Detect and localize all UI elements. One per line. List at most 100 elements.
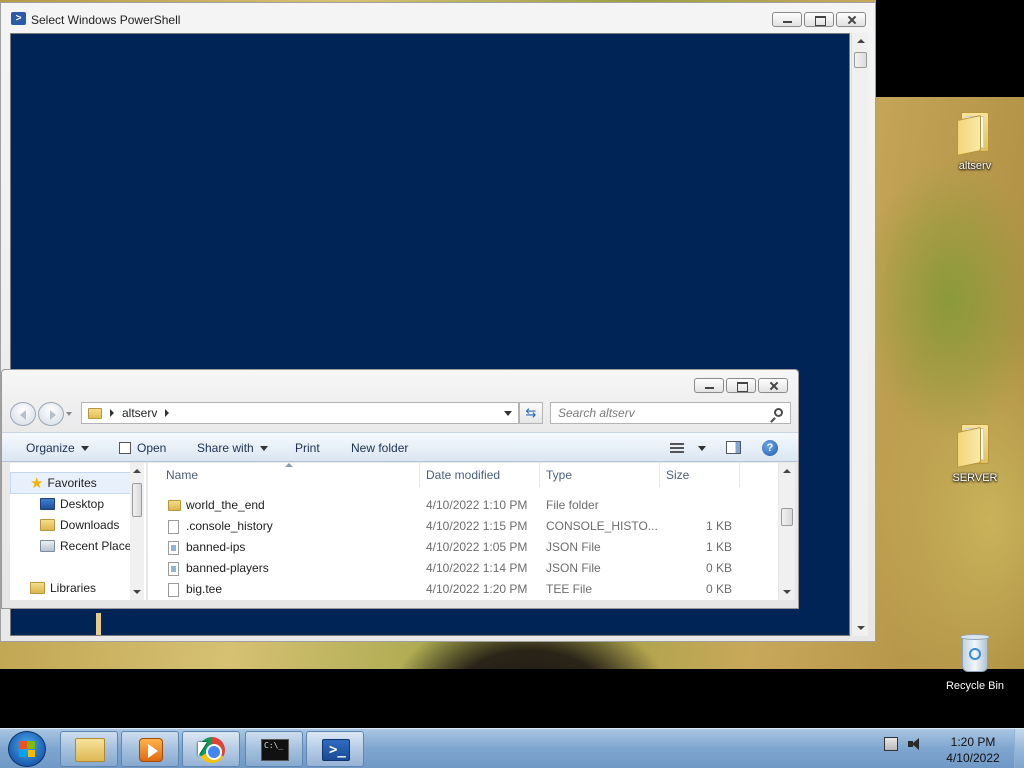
file-date: 4/10/2022 1:14 PM [426,561,528,575]
scroll-down-arrow-icon[interactable] [133,590,141,594]
taskbar: C:\_ >_ 1:20 PM 4/10/2022 [0,728,1024,768]
taskbar-explorer-button[interactable] [60,731,118,767]
table-row[interactable]: big.tee 4/10/2022 1:20 PM TEE File 0 KB [148,579,778,600]
scroll-down-arrow-icon[interactable] [783,590,791,594]
search-box[interactable] [550,402,791,424]
navigation-buttons [10,402,78,426]
show-desktop-button[interactable] [1014,729,1024,768]
help-icon[interactable]: ? [762,440,778,456]
file-type: TEE File [546,582,593,596]
file-date: 4/10/2022 1:20 PM [426,582,528,596]
clock[interactable]: 1:20 PM 4/10/2022 [936,734,1010,766]
network-icon[interactable] [884,737,898,751]
table-row[interactable]: .console_history 4/10/2022 1:15 PM CONSO… [148,516,778,537]
powershell-icon: >_ [322,739,350,761]
maximize-button[interactable] [726,378,756,393]
file-size: 1 KB [705,540,732,554]
breadcrumb-altserv[interactable]: altserv [122,406,157,420]
refresh-button[interactable]: ⇆ [519,402,543,424]
scroll-down-arrow-icon[interactable] [857,626,865,630]
taskbar-cmd-button[interactable]: C:\_ [245,731,303,767]
print-button[interactable]: Print [295,441,320,455]
nav-item-recent-places[interactable]: Recent Place [40,536,131,556]
search-input[interactable] [558,403,758,423]
nav-item-desktop[interactable]: Desktop [40,494,104,514]
close-button[interactable] [758,378,788,393]
recent-places-icon [40,540,55,552]
desktop-icon-server[interactable]: SERVER [940,424,1010,484]
address-bar[interactable]: altserv [81,402,519,424]
nav-item-downloads[interactable]: Downloads [40,515,119,535]
taskbar-powershell-button[interactable]: >_ [306,731,364,767]
view-options-icon[interactable] [670,443,684,453]
volume-icon[interactable] [908,737,922,751]
file-name: big.tee [186,582,223,596]
desktop-black-strip [0,669,1024,728]
nav-pane-scrollbar[interactable] [130,463,144,600]
taskbar-chrome-button[interactable] [182,731,240,767]
desktop-icon-label: altserv [958,160,992,172]
desktop-icon-altserv[interactable]: altserv [940,112,1010,172]
table-row[interactable]: banned-players 4/10/2022 1:14 PM JSON Fi… [148,558,778,579]
organize-label: Organize [26,441,75,455]
file-icon [168,520,179,534]
file-list-scrollbar[interactable] [779,463,795,600]
scrollbar-thumb[interactable] [781,508,793,526]
vertical-scrollbar[interactable] [851,33,868,636]
column-header-date[interactable]: Date modified [420,463,540,487]
desktop-black-area [876,0,1024,97]
file-size: 0 KB [705,582,732,596]
column-header-name[interactable]: Name [160,463,420,487]
recent-pages-dropdown[interactable] [66,402,74,426]
breadcrumb-arrow-icon[interactable] [110,409,114,417]
scroll-up-arrow-icon[interactable] [133,469,141,473]
minimize-button[interactable] [772,12,802,27]
scroll-up-arrow-icon[interactable] [783,469,791,473]
minimize-button[interactable] [694,378,724,393]
column-header-size[interactable]: Size [660,463,740,487]
folder-icon [75,738,105,762]
forward-button[interactable] [38,402,64,426]
nav-item-favorites[interactable]: ★ Favorites [30,473,97,493]
preview-pane-icon[interactable] [726,441,741,454]
taskbar-media-player-button[interactable] [121,731,179,767]
windows-logo-icon [19,741,35,757]
console-highlight [96,613,101,635]
scrollbar-thumb[interactable] [132,483,142,517]
nav-item-label: Libraries [50,581,97,595]
search-icon[interactable] [774,408,783,417]
navigation-pane: ★ Favorites Desktop Downloads Recent Pla… [10,463,146,600]
start-button[interactable] [8,731,46,767]
command-prompt-icon: C:\_ [261,739,289,761]
desktop-icon-label: Recycle Bin [945,680,1005,692]
column-header-type[interactable]: Type [540,463,660,487]
nav-item-label: Favorites [47,476,97,490]
file-date: 4/10/2022 1:05 PM [426,540,528,554]
file-type: JSON File [546,540,601,554]
scrollbar-thumb[interactable] [854,52,867,68]
breadcrumb-arrow-icon[interactable] [165,409,170,417]
recycle-bin-icon [958,634,992,674]
new-folder-button[interactable]: New folder [351,441,408,455]
address-dropdown-icon[interactable] [504,411,512,416]
file-type: JSON File [546,561,601,575]
chevron-down-icon [80,446,89,452]
table-row[interactable]: world_the_end 4/10/2022 1:10 PM File fol… [148,495,778,516]
nav-item-libraries[interactable]: Libraries [30,578,96,598]
back-button[interactable] [10,402,36,426]
scroll-up-arrow-icon[interactable] [857,39,865,43]
downloads-folder-icon [40,519,55,531]
close-button[interactable] [836,12,866,27]
file-date: 4/10/2022 1:15 PM [426,519,528,533]
organize-button[interactable]: Organize [26,441,89,455]
open-button[interactable]: Open [119,441,166,455]
chevron-down-icon[interactable] [698,446,706,451]
file-type: CONSOLE_HISTO... [546,519,658,533]
maximize-button[interactable] [804,12,834,27]
explorer-window[interactable]: altserv ⇆ Organize Open Share with Print… [1,369,799,609]
desktop-icon-label: SERVER [952,472,998,484]
share-with-button[interactable]: Share with [197,441,268,455]
system-tray [884,737,922,751]
desktop-icon-recycle-bin[interactable]: Recycle Bin [940,634,1010,692]
table-row[interactable]: banned-ips 4/10/2022 1:05 PM JSON File 1… [148,537,778,558]
